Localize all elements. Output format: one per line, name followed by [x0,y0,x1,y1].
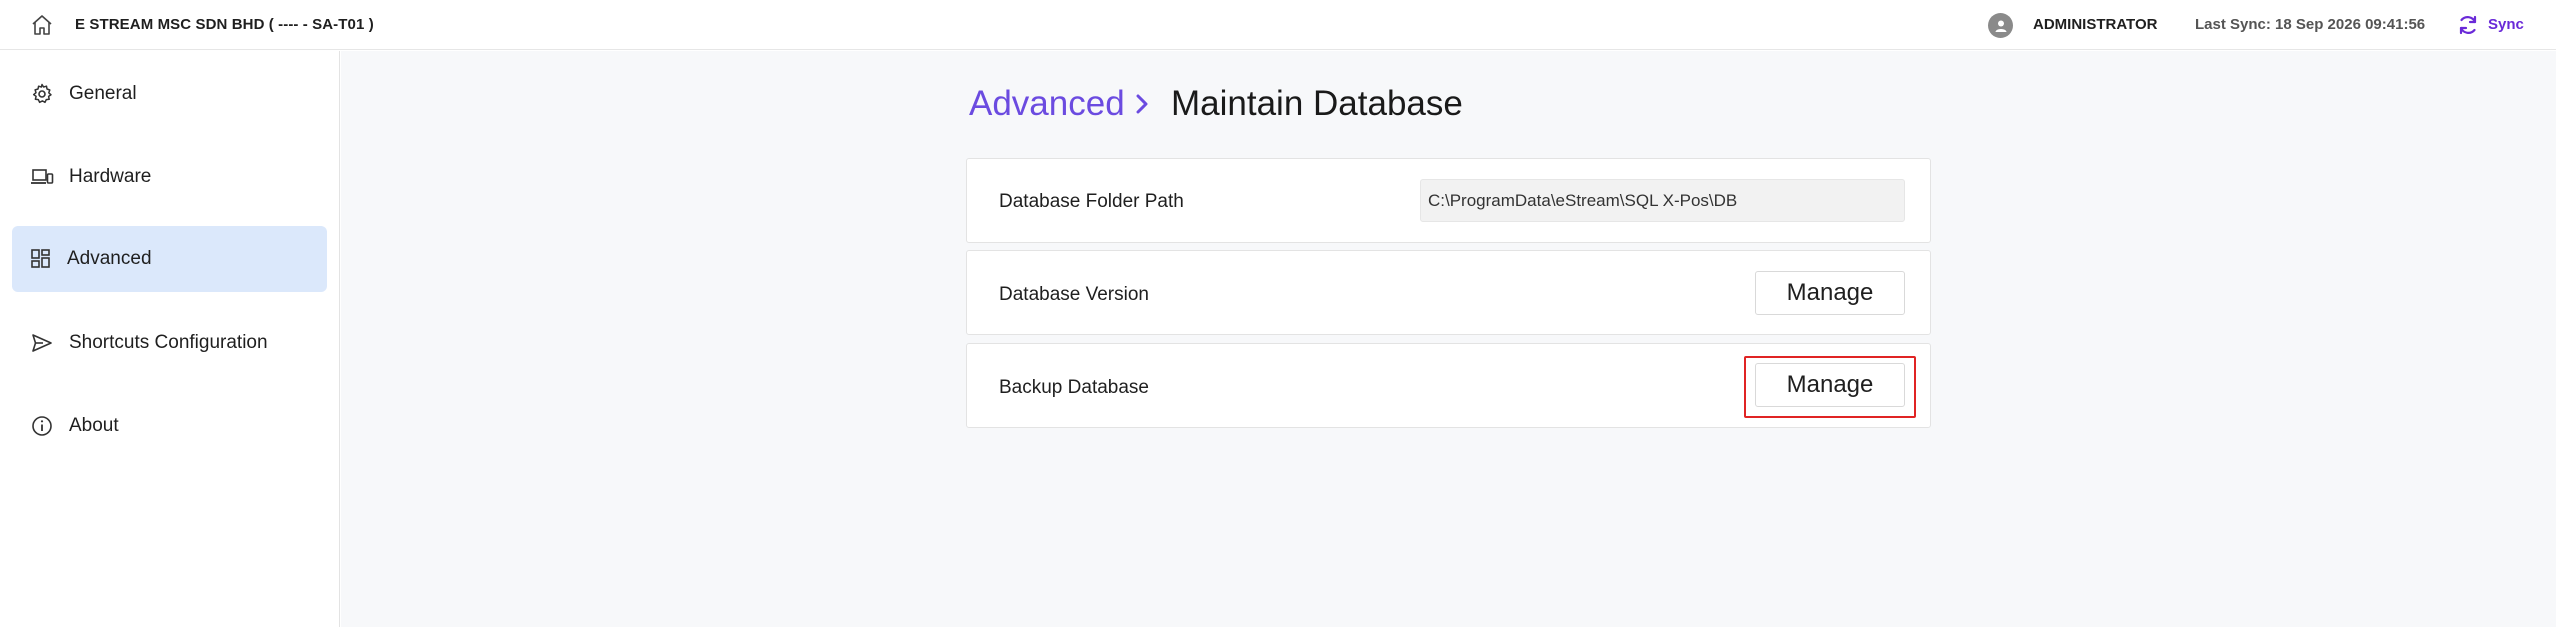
backup-database-manage-button[interactable]: Manage [1755,363,1905,407]
sync-button[interactable]: Sync [2488,16,2524,33]
sidebar-item-label: Advanced [67,248,152,269]
sidebar-item-label: Hardware [69,166,152,187]
main-content [341,51,2556,627]
database-version-label: Database Version [999,284,1149,305]
backup-database-row: Backup Database Manage [966,343,1931,428]
sidebar-item-about[interactable]: About [12,393,327,459]
sidebar-item-advanced[interactable]: Advanced [12,226,327,292]
chevron-right-icon [1136,94,1148,114]
page-title: Maintain Database [1171,84,1463,123]
top-bar: E STREAM MSC SDN BHD ( ---- - SA-T01 ) A… [0,0,2556,50]
sidebar-item-hardware[interactable]: Hardware [12,144,327,210]
sidebar: General Hardware Advanced Shortcuts Conf… [0,51,340,627]
folder-path-field[interactable]: C:\ProgramData\eStream\SQL X-Pos\DB [1420,179,1905,222]
gear-icon [32,83,52,104]
sidebar-item-general[interactable]: General [12,61,327,127]
sync-icon[interactable] [2456,13,2480,37]
send-icon [32,334,52,352]
home-icon[interactable] [30,14,54,36]
sidebar-item-shortcuts[interactable]: Shortcuts Configuration [12,310,327,376]
company-name: E STREAM MSC SDN BHD ( ---- - SA-T01 ) [75,16,374,33]
avatar[interactable] [1988,13,2013,38]
user-name: ADMINISTRATOR [2033,16,2158,33]
folder-path-label: Database Folder Path [999,191,1184,212]
folder-path-row: Database Folder Path C:\ProgramData\eStr… [966,158,1931,243]
sidebar-item-label: About [69,415,119,436]
last-sync-text: Last Sync: 18 Sep 2026 09:41:56 [2195,16,2426,33]
info-icon [32,416,52,436]
devices-icon [31,169,54,184]
backup-database-label: Backup Database [999,377,1149,398]
sidebar-item-label: General [69,83,137,104]
dashboard-icon [31,249,50,268]
user-icon [1995,20,2006,32]
database-version-row: Database Version Manage [966,250,1931,335]
database-version-manage-button[interactable]: Manage [1755,271,1905,315]
sidebar-item-label: Shortcuts Configuration [69,332,268,353]
breadcrumb-parent-link[interactable]: Advanced [969,84,1125,124]
